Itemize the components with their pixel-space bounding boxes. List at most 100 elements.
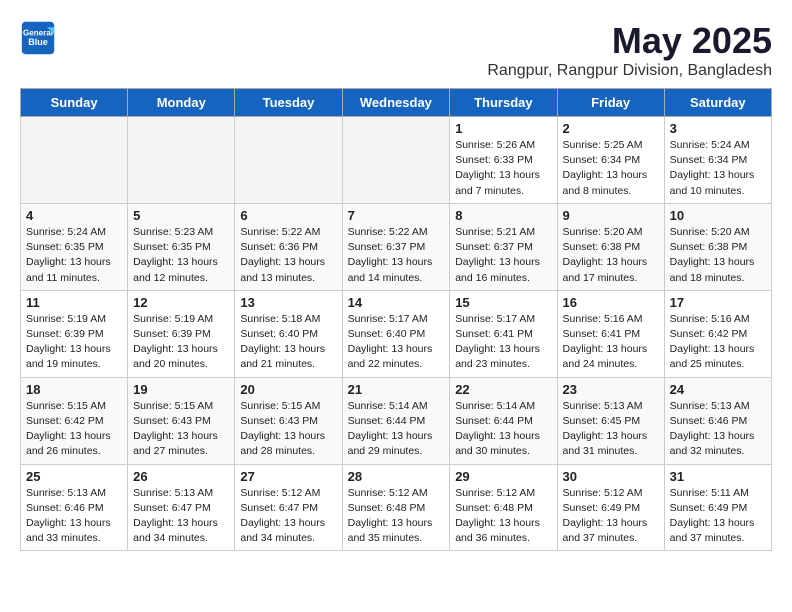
calendar-cell: 20 Sunrise: 5:15 AM Sunset: 6:43 PM Dayli… (235, 377, 342, 464)
day-number: 29 (455, 469, 551, 484)
day-info: Sunrise: 5:16 AM Sunset: 6:42 PM Dayligh… (670, 312, 766, 373)
day-info: Sunrise: 5:12 AM Sunset: 6:48 PM Dayligh… (455, 486, 551, 547)
subtitle: Rangpur, Rangpur Division, Bangladesh (487, 62, 772, 80)
calendar-cell: 21 Sunrise: 5:14 AM Sunset: 6:44 PM Dayli… (342, 377, 450, 464)
day-info: Sunrise: 5:16 AM Sunset: 6:41 PM Dayligh… (563, 312, 659, 373)
day-info: Sunrise: 5:15 AM Sunset: 6:43 PM Dayligh… (240, 399, 336, 460)
weekday-header: Tuesday (235, 89, 342, 117)
weekday-header: Thursday (450, 89, 557, 117)
day-number: 14 (348, 295, 445, 310)
day-number: 31 (670, 469, 766, 484)
day-info: Sunrise: 5:15 AM Sunset: 6:42 PM Dayligh… (26, 399, 122, 460)
day-number: 22 (455, 382, 551, 397)
calendar-cell: 3 Sunrise: 5:24 AM Sunset: 6:34 PM Daylig… (664, 117, 771, 204)
day-info: Sunrise: 5:12 AM Sunset: 6:49 PM Dayligh… (563, 486, 659, 547)
day-number: 24 (670, 382, 766, 397)
day-number: 3 (670, 121, 766, 136)
calendar-cell: 9 Sunrise: 5:20 AM Sunset: 6:38 PM Daylig… (557, 203, 664, 290)
weekday-header: Monday (128, 89, 235, 117)
day-info: Sunrise: 5:19 AM Sunset: 6:39 PM Dayligh… (26, 312, 122, 373)
day-info: Sunrise: 5:19 AM Sunset: 6:39 PM Dayligh… (133, 312, 229, 373)
day-info: Sunrise: 5:22 AM Sunset: 6:36 PM Dayligh… (240, 225, 336, 286)
calendar-cell (342, 117, 450, 204)
day-info: Sunrise: 5:12 AM Sunset: 6:47 PM Dayligh… (240, 486, 336, 547)
day-info: Sunrise: 5:13 AM Sunset: 6:45 PM Dayligh… (563, 399, 659, 460)
calendar-cell: 16 Sunrise: 5:16 AM Sunset: 6:41 PM Dayli… (557, 290, 664, 377)
day-info: Sunrise: 5:12 AM Sunset: 6:48 PM Dayligh… (348, 486, 445, 547)
day-number: 11 (26, 295, 122, 310)
calendar-cell (128, 117, 235, 204)
day-info: Sunrise: 5:20 AM Sunset: 6:38 PM Dayligh… (670, 225, 766, 286)
calendar-cell: 29 Sunrise: 5:12 AM Sunset: 6:48 PM Dayli… (450, 464, 557, 551)
day-number: 15 (455, 295, 551, 310)
calendar-cell (21, 117, 128, 204)
calendar-cell: 4 Sunrise: 5:24 AM Sunset: 6:35 PM Daylig… (21, 203, 128, 290)
day-number: 1 (455, 121, 551, 136)
day-number: 4 (26, 208, 122, 223)
day-info: Sunrise: 5:17 AM Sunset: 6:41 PM Dayligh… (455, 312, 551, 373)
day-number: 12 (133, 295, 229, 310)
day-info: Sunrise: 5:20 AM Sunset: 6:38 PM Dayligh… (563, 225, 659, 286)
calendar-cell: 8 Sunrise: 5:21 AM Sunset: 6:37 PM Daylig… (450, 203, 557, 290)
calendar-cell: 15 Sunrise: 5:17 AM Sunset: 6:41 PM Dayli… (450, 290, 557, 377)
day-number: 25 (26, 469, 122, 484)
calendar-cell: 28 Sunrise: 5:12 AM Sunset: 6:48 PM Dayli… (342, 464, 450, 551)
day-info: Sunrise: 5:13 AM Sunset: 6:47 PM Dayligh… (133, 486, 229, 547)
day-number: 16 (563, 295, 659, 310)
day-number: 8 (455, 208, 551, 223)
calendar-cell: 31 Sunrise: 5:11 AM Sunset: 6:49 PM Dayli… (664, 464, 771, 551)
calendar-cell: 18 Sunrise: 5:15 AM Sunset: 6:42 PM Dayli… (21, 377, 128, 464)
day-number: 27 (240, 469, 336, 484)
day-number: 26 (133, 469, 229, 484)
calendar-cell: 11 Sunrise: 5:19 AM Sunset: 6:39 PM Dayli… (21, 290, 128, 377)
logo-icon: General Blue (20, 20, 56, 56)
calendar-cell: 26 Sunrise: 5:13 AM Sunset: 6:47 PM Dayli… (128, 464, 235, 551)
day-number: 2 (563, 121, 659, 136)
weekday-header: Saturday (664, 89, 771, 117)
day-info: Sunrise: 5:25 AM Sunset: 6:34 PM Dayligh… (563, 138, 659, 199)
day-number: 17 (670, 295, 766, 310)
day-info: Sunrise: 5:17 AM Sunset: 6:40 PM Dayligh… (348, 312, 445, 373)
title-block: May 2025 Rangpur, Rangpur Division, Bang… (487, 20, 772, 80)
day-number: 19 (133, 382, 229, 397)
day-number: 7 (348, 208, 445, 223)
calendar-cell: 7Sunrise: 5:22 AM Sunset: 6:37 PM Daylig… (342, 203, 450, 290)
calendar-cell: 12 Sunrise: 5:19 AM Sunset: 6:39 PM Dayli… (128, 290, 235, 377)
day-info: Sunrise: 5:24 AM Sunset: 6:34 PM Dayligh… (670, 138, 766, 199)
calendar-cell: 19 Sunrise: 5:15 AM Sunset: 6:43 PM Dayli… (128, 377, 235, 464)
logo: General Blue (20, 20, 56, 56)
day-number: 20 (240, 382, 336, 397)
weekday-header: Wednesday (342, 89, 450, 117)
day-number: 28 (348, 469, 445, 484)
day-info: Sunrise: 5:11 AM Sunset: 6:49 PM Dayligh… (670, 486, 766, 547)
day-number: 6 (240, 208, 336, 223)
day-number: 18 (26, 382, 122, 397)
calendar: SundayMondayTuesdayWednesdayThursdayFrid… (20, 88, 772, 551)
day-info: Sunrise: 5:23 AM Sunset: 6:35 PM Dayligh… (133, 225, 229, 286)
calendar-cell: 6 Sunrise: 5:22 AM Sunset: 6:36 PM Daylig… (235, 203, 342, 290)
main-title: May 2025 (487, 20, 772, 62)
calendar-cell: 10Sunrise: 5:20 AM Sunset: 6:38 PM Dayli… (664, 203, 771, 290)
day-info: Sunrise: 5:26 AM Sunset: 6:33 PM Dayligh… (455, 138, 551, 199)
day-number: 21 (348, 382, 445, 397)
calendar-cell: 5 Sunrise: 5:23 AM Sunset: 6:35 PM Daylig… (128, 203, 235, 290)
day-number: 23 (563, 382, 659, 397)
day-info: Sunrise: 5:15 AM Sunset: 6:43 PM Dayligh… (133, 399, 229, 460)
calendar-cell (235, 117, 342, 204)
calendar-cell: 17 Sunrise: 5:16 AM Sunset: 6:42 PM Dayli… (664, 290, 771, 377)
calendar-cell: 1 Sunrise: 5:26 AM Sunset: 6:33 PM Daylig… (450, 117, 557, 204)
calendar-cell: 27 Sunrise: 5:12 AM Sunset: 6:47 PM Dayli… (235, 464, 342, 551)
day-info: Sunrise: 5:21 AM Sunset: 6:37 PM Dayligh… (455, 225, 551, 286)
calendar-cell: 24Sunrise: 5:13 AM Sunset: 6:46 PM Dayli… (664, 377, 771, 464)
day-number: 13 (240, 295, 336, 310)
day-info: Sunrise: 5:13 AM Sunset: 6:46 PM Dayligh… (26, 486, 122, 547)
svg-text:General: General (23, 28, 53, 37)
day-number: 9 (563, 208, 659, 223)
day-info: Sunrise: 5:14 AM Sunset: 6:44 PM Dayligh… (348, 399, 445, 460)
calendar-cell: 22Sunrise: 5:14 AM Sunset: 6:44 PM Dayli… (450, 377, 557, 464)
calendar-cell: 2 Sunrise: 5:25 AM Sunset: 6:34 PM Daylig… (557, 117, 664, 204)
day-info: Sunrise: 5:24 AM Sunset: 6:35 PM Dayligh… (26, 225, 122, 286)
day-number: 5 (133, 208, 229, 223)
calendar-cell: 30Sunrise: 5:12 AM Sunset: 6:49 PM Dayli… (557, 464, 664, 551)
weekday-header: Sunday (21, 89, 128, 117)
